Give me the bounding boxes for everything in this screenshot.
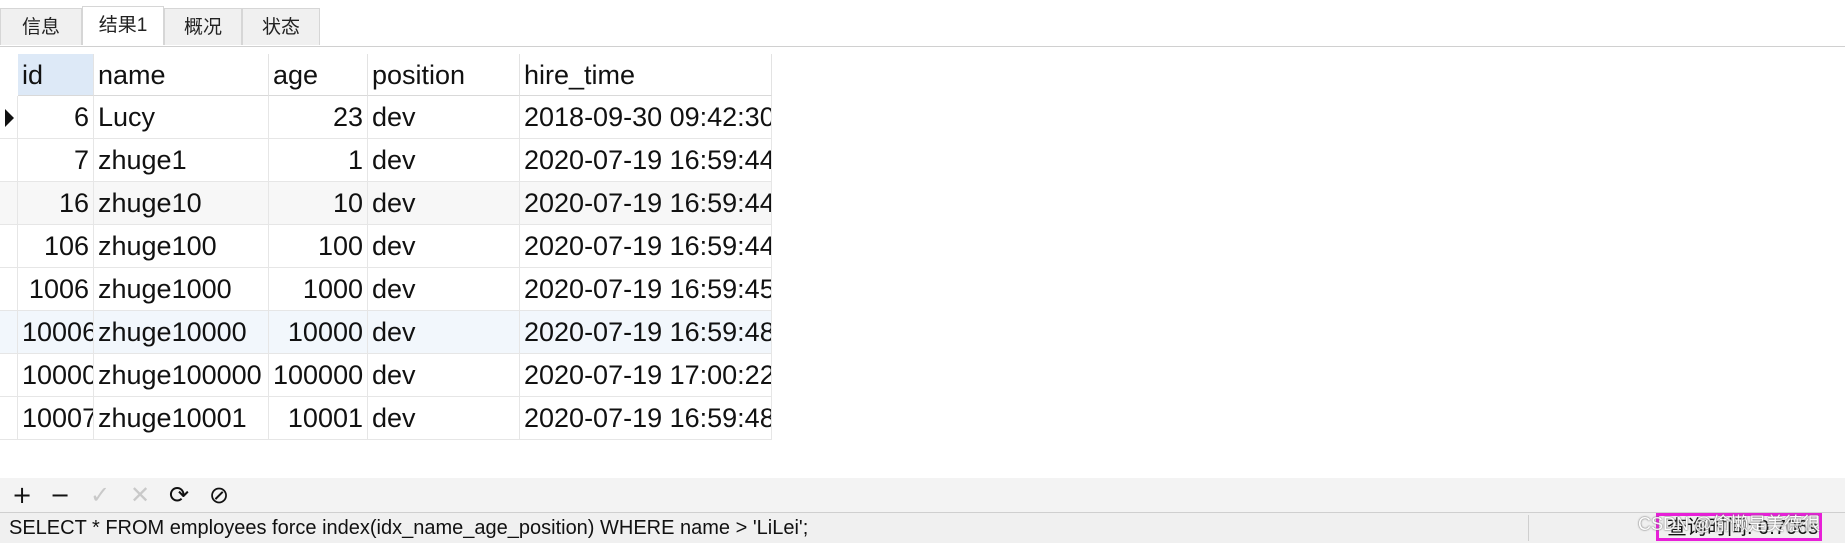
cell-hire-time[interactable]: 2020-07-19 16:59:44 — [520, 139, 772, 182]
add-record-button[interactable]: + — [8, 482, 36, 508]
discard-changes-button[interactable]: ✕ — [126, 482, 154, 508]
cell-id[interactable]: 1006 — [18, 268, 94, 311]
column-header-hire-time[interactable]: hire_time — [520, 54, 772, 96]
cell-name[interactable]: zhuge10 — [94, 182, 269, 225]
cell-position[interactable]: dev — [368, 397, 520, 440]
cell-position[interactable]: dev — [368, 268, 520, 311]
cell-position[interactable]: dev — [368, 139, 520, 182]
cell-age[interactable]: 10 — [269, 182, 368, 225]
cell-name[interactable]: zhuge100000 — [94, 354, 269, 397]
tab-result1[interactable]: 结果1 — [82, 6, 164, 45]
grid-toolbar: + − ✓ ✕ ⟳ ⊘ — [0, 478, 1845, 512]
cell-id[interactable]: 16 — [18, 182, 94, 225]
apply-changes-button[interactable]: ✓ — [86, 482, 114, 508]
cell-id[interactable]: 106 — [18, 225, 94, 268]
row-marker — [0, 354, 18, 397]
cell-hire-time[interactable]: 2020-07-19 16:59:44 — [520, 225, 772, 268]
cell-name[interactable]: zhuge1000 — [94, 268, 269, 311]
cell-hire-time[interactable]: 2020-07-19 16:59:45 — [520, 268, 772, 311]
tab-status[interactable]: 状态 — [242, 8, 320, 45]
cell-name[interactable]: zhuge10001 — [94, 397, 269, 440]
table-row[interactable]: 7 zhuge1 1 dev 2020-07-19 16:59:44 — [0, 139, 772, 182]
tab-overview[interactable]: 概况 — [164, 8, 242, 45]
sql-query-text: SELECT * FROM employees force index(idx_… — [9, 517, 809, 539]
table-row[interactable]: 10006 zhuge10000 10000 dev 2020-07-19 16… — [0, 311, 772, 354]
cell-name[interactable]: zhuge10000 — [94, 311, 269, 354]
cell-position[interactable]: dev — [368, 354, 520, 397]
table-row[interactable]: 106 zhuge100 100 dev 2020-07-19 16:59:44 — [0, 225, 772, 268]
table-row[interactable]: 10007 zhuge10001 10001 dev 2020-07-19 16… — [0, 397, 772, 440]
cell-age[interactable]: 10000 — [269, 311, 368, 354]
cell-name[interactable]: zhuge1 — [94, 139, 269, 182]
cell-position[interactable]: dev — [368, 311, 520, 354]
cell-age[interactable]: 100000 — [269, 354, 368, 397]
status-bar: SELECT * FROM employees force index(idx_… — [0, 512, 1845, 543]
cell-hire-time[interactable]: 2020-07-19 16:59:48 — [520, 311, 772, 354]
cell-id[interactable]: 10007 — [18, 397, 94, 440]
cell-name[interactable]: Lucy — [94, 96, 269, 139]
row-marker — [0, 139, 18, 182]
column-header-id[interactable]: id — [18, 54, 94, 96]
results-grid: id name age position hire_time 6 Lucy 23… — [0, 54, 1845, 474]
table-row[interactable]: 16 zhuge10 10 dev 2020-07-19 16:59:44 — [0, 182, 772, 225]
cell-age[interactable]: 1000 — [269, 268, 368, 311]
cell-hire-time[interactable]: 2018-09-30 09:42:30 — [520, 96, 772, 139]
column-header-name[interactable]: name — [94, 54, 269, 96]
status-divider — [1528, 515, 1529, 541]
row-marker — [0, 225, 18, 268]
cell-position[interactable]: dev — [368, 96, 520, 139]
cell-age[interactable]: 10001 — [269, 397, 368, 440]
cell-hire-time[interactable]: 2020-07-19 16:59:44 — [520, 182, 772, 225]
csdn-watermark: CSDN @偷懒是美德很 — [1638, 514, 1821, 534]
cell-position[interactable]: dev — [368, 225, 520, 268]
cell-id[interactable]: 6 — [18, 96, 94, 139]
row-marker — [0, 268, 18, 311]
stop-button[interactable]: ⊘ — [205, 482, 233, 508]
current-row-indicator-icon — [0, 96, 18, 139]
row-marker — [0, 311, 18, 354]
table-row[interactable]: 1006 zhuge1000 1000 dev 2020-07-19 16:59… — [0, 268, 772, 311]
cell-name[interactable]: zhuge100 — [94, 225, 269, 268]
cell-hire-time[interactable]: 2020-07-19 16:59:48 — [520, 397, 772, 440]
table-row[interactable]: 100006 zhuge100000 100000 dev 2020-07-19… — [0, 354, 772, 397]
cell-age[interactable]: 23 — [269, 96, 368, 139]
column-header-age[interactable]: age — [269, 54, 368, 96]
row-marker — [0, 182, 18, 225]
delete-record-button[interactable]: − — [46, 482, 74, 508]
refresh-button[interactable]: ⟳ — [165, 482, 193, 508]
row-marker — [0, 397, 18, 440]
cell-age[interactable]: 1 — [269, 139, 368, 182]
table-row[interactable]: 6 Lucy 23 dev 2018-09-30 09:42:30 — [0, 96, 772, 139]
cell-id[interactable]: 7 — [18, 139, 94, 182]
cell-id[interactable]: 100006 — [18, 354, 94, 397]
cell-id[interactable]: 10006 — [18, 311, 94, 354]
cell-position[interactable]: dev — [368, 182, 520, 225]
cell-age[interactable]: 100 — [269, 225, 368, 268]
column-header-position[interactable]: position — [368, 54, 520, 96]
cell-hire-time[interactable]: 2020-07-19 17:00:22 — [520, 354, 772, 397]
tab-info[interactable]: 信息 — [0, 8, 82, 45]
tab-bar: 信息 结果1 概况 状态 — [0, 0, 1845, 47]
